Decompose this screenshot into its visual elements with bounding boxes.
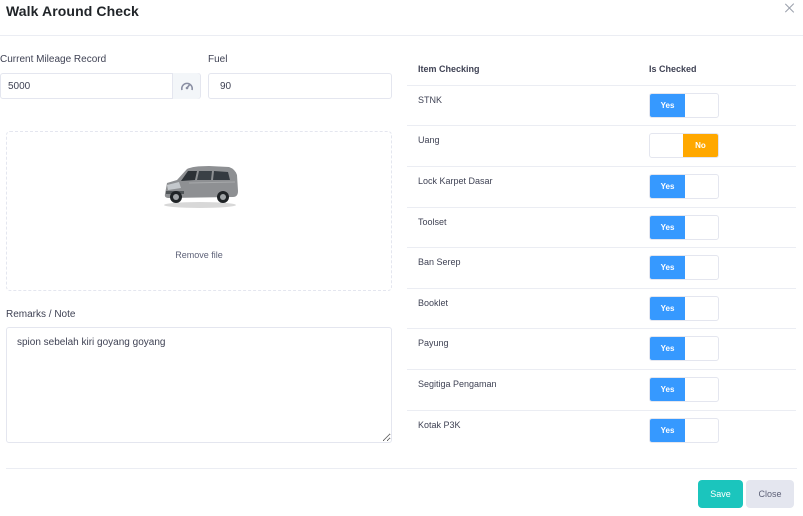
checklist-item-label: Uang bbox=[418, 135, 440, 145]
fuel-input[interactable] bbox=[209, 74, 391, 98]
close-button[interactable]: Close bbox=[746, 480, 794, 508]
checklist-item-label: Ban Serep bbox=[418, 257, 461, 267]
checked-toggle[interactable]: Yes bbox=[649, 418, 719, 443]
checklist-row: Uang No bbox=[407, 125, 796, 167]
toggle-yes: Yes bbox=[650, 378, 685, 401]
checklist-item-label: Toolset bbox=[418, 217, 447, 227]
checklist-item-label: Segitiga Pengaman bbox=[418, 379, 497, 389]
toggle-yes: Yes bbox=[650, 216, 685, 239]
checklist-row: Lock Karpet Dasar Yes bbox=[407, 166, 796, 208]
toggle-yes: Yes bbox=[650, 297, 685, 320]
header-divider bbox=[0, 35, 803, 36]
footer-divider bbox=[6, 468, 797, 469]
toggle-yes: Yes bbox=[650, 419, 685, 442]
checklist-row: Kotak P3K Yes bbox=[407, 410, 796, 451]
checklist-item-label: Lock Karpet Dasar bbox=[418, 176, 493, 186]
toggle-yes: Yes bbox=[650, 175, 685, 198]
modal-title: Walk Around Check bbox=[6, 3, 139, 19]
is-checked-header: Is Checked bbox=[649, 64, 697, 74]
checked-toggle[interactable]: Yes bbox=[649, 93, 719, 118]
toggle-yes: Yes bbox=[650, 337, 685, 360]
checked-toggle[interactable]: Yes bbox=[649, 215, 719, 240]
checklist-row: Segitiga Pengaman Yes bbox=[407, 369, 796, 411]
car-photo bbox=[164, 166, 238, 208]
toggle-yes: Yes bbox=[650, 256, 685, 279]
checked-toggle[interactable]: Yes bbox=[649, 255, 719, 280]
checklist-item-label: STNK bbox=[418, 95, 443, 105]
toggle-yes: Yes bbox=[650, 94, 685, 117]
save-button[interactable]: Save bbox=[698, 480, 743, 508]
mileage-field bbox=[0, 73, 201, 99]
fuel-field bbox=[208, 73, 392, 99]
checklist-item-label: Booklet bbox=[418, 298, 449, 308]
checked-toggle[interactable]: Yes bbox=[649, 377, 719, 402]
checklist-row: Toolset Yes bbox=[407, 207, 796, 249]
checked-toggle[interactable]: Yes bbox=[649, 336, 719, 361]
remarks-label: Remarks / Note bbox=[6, 309, 76, 320]
remove-file-link[interactable]: Remove file bbox=[7, 250, 391, 260]
remarks-textarea[interactable]: spion sebelah kiri goyang goyang bbox=[6, 327, 392, 443]
checklist-item-label: Kotak P3K bbox=[418, 420, 461, 430]
mileage-addon bbox=[172, 73, 200, 99]
checklist-item-label: Payung bbox=[418, 338, 449, 348]
checked-toggle[interactable]: No bbox=[649, 133, 719, 158]
mileage-label: Current Mileage Record bbox=[0, 54, 107, 65]
checked-toggle[interactable]: Yes bbox=[649, 296, 719, 321]
speedometer-icon bbox=[180, 82, 193, 91]
close-icon[interactable] bbox=[783, 2, 797, 16]
checklist-row: STNK Yes bbox=[407, 85, 796, 127]
checklist-row: Ban Serep Yes bbox=[407, 247, 796, 289]
checklist-row: Payung Yes bbox=[407, 328, 796, 370]
file-dropzone[interactable]: Remove file bbox=[6, 131, 392, 291]
checked-toggle[interactable]: Yes bbox=[649, 174, 719, 199]
fuel-label: Fuel bbox=[208, 54, 228, 65]
mileage-input[interactable] bbox=[1, 74, 173, 98]
item-checking-header: Item Checking bbox=[418, 64, 480, 74]
toggle-no: No bbox=[683, 134, 718, 157]
checklist-row: Booklet Yes bbox=[407, 288, 796, 330]
